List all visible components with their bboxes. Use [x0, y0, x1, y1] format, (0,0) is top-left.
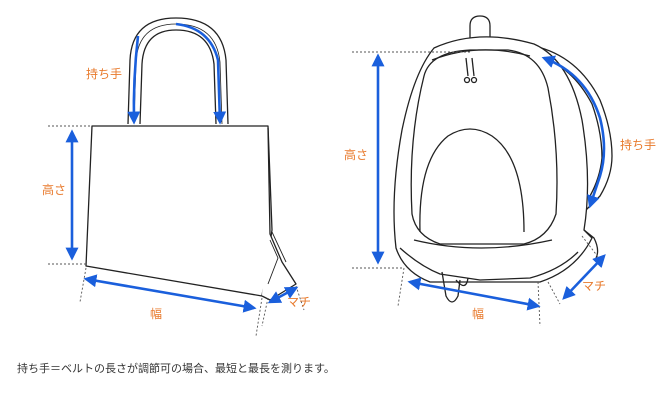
- measurement-diagram: 持ち手 高さ 幅 マチ 高さ 持ち手 幅 マチ: [42, 15, 656, 337]
- tote-bag-illustration: [85, 17, 297, 301]
- tote-body: [85, 125, 273, 297]
- tote-handle-label: 持ち手: [86, 66, 122, 81]
- measurement-footnote: 持ち手＝ベルトの長さが調節可の場合、最短と最長を測ります。: [17, 362, 335, 375]
- tote-width-label: 幅: [150, 306, 162, 321]
- tote-gusset-label: マチ: [287, 295, 311, 309]
- backpack-body: [393, 36, 593, 283]
- tote-height-label: 高さ: [42, 182, 66, 197]
- backpack-gusset-label: マチ: [582, 279, 606, 293]
- tote-handle-outer: [127, 17, 229, 125]
- backpack-width-arrow: [407, 277, 541, 311]
- tote-handle-arrow: [127, 35, 141, 125]
- backpack-height-label: 高さ: [344, 147, 368, 162]
- backpack-illustration: [393, 15, 613, 303]
- tote-handle-inner: [139, 29, 217, 125]
- backpack-width-label: 幅: [472, 306, 484, 321]
- backpack-handle-label: 持ち手: [620, 137, 656, 152]
